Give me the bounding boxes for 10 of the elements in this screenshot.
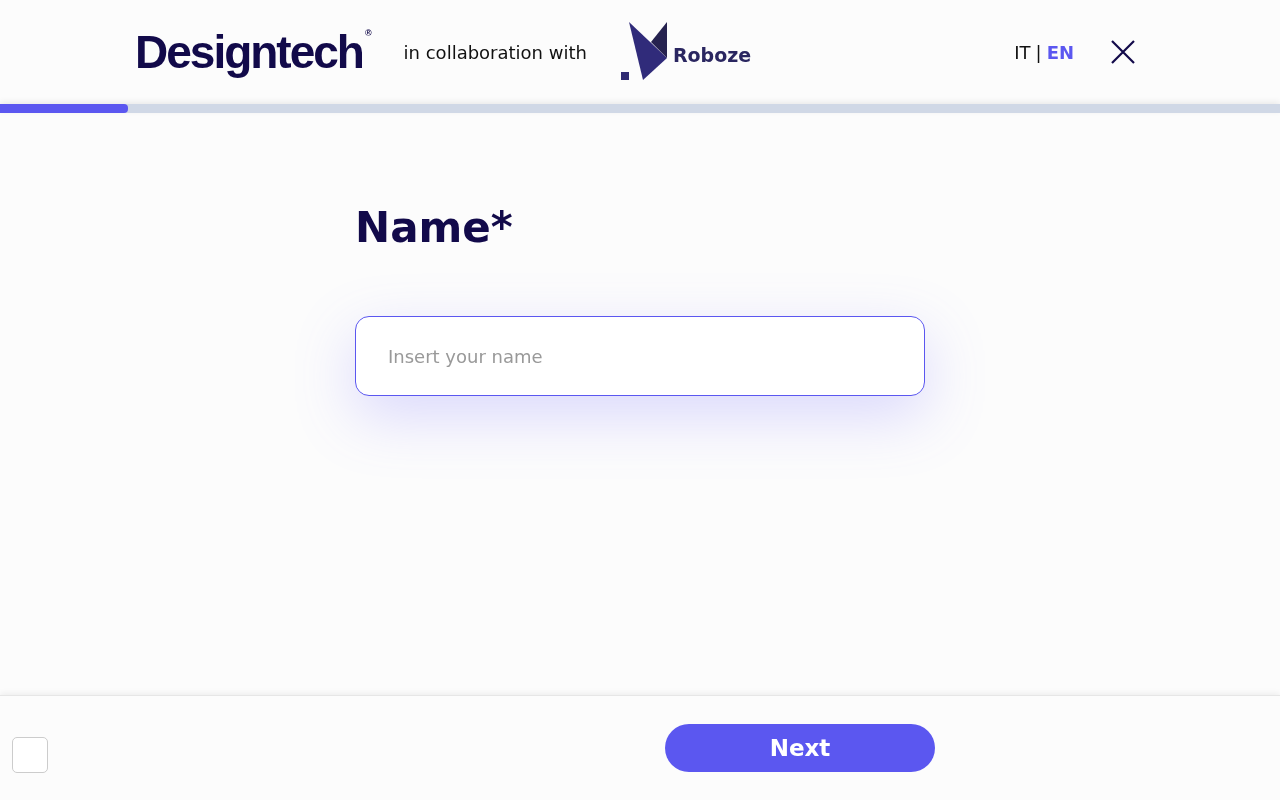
close-icon[interactable]	[1110, 39, 1136, 65]
name-input-field[interactable]: Insert your name	[355, 316, 925, 396]
next-button[interactable]: Next	[665, 724, 935, 772]
language-link[interactable]: EN	[1046, 41, 1074, 63]
partner-name: Roboze	[672, 44, 752, 66]
collaboration-text: in collaboration with	[403, 41, 587, 63]
language-separator: |	[1035, 41, 1042, 63]
language-link[interactable]: IT	[1014, 41, 1031, 63]
question-label: Name*	[355, 203, 514, 252]
partner-logo-icon	[620, 22, 669, 82]
